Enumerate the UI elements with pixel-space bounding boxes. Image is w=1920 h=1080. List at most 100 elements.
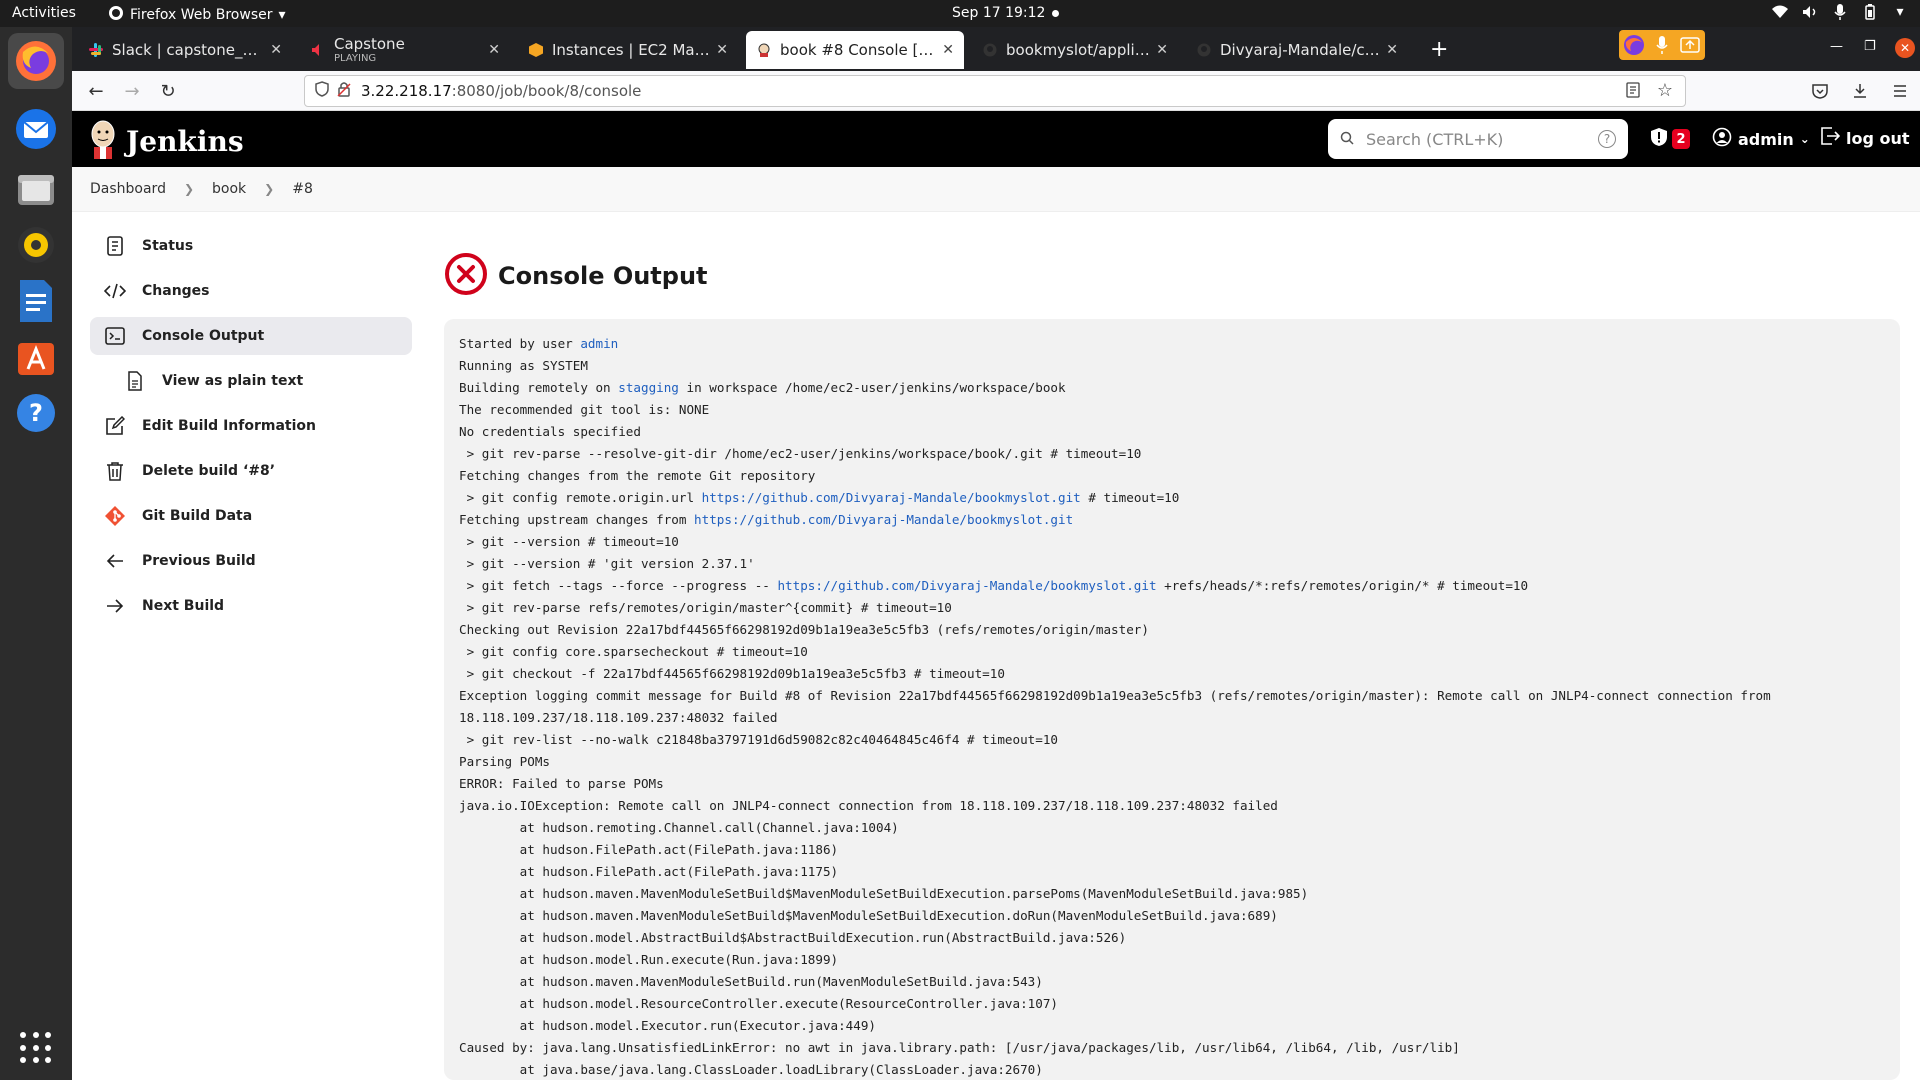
hamburger-menu-icon[interactable] (1892, 83, 1908, 103)
console-text: Parsing POMs (459, 754, 550, 769)
alert-count-badge: 2 (1672, 129, 1690, 149)
console-link[interactable]: stagging (618, 380, 679, 395)
close-tab-icon[interactable]: ✕ (716, 42, 728, 58)
sidebar-item-status[interactable]: Status (90, 227, 412, 265)
github-icon (982, 42, 998, 58)
close-tab-icon[interactable]: ✕ (1156, 42, 1168, 58)
console-line: No credentials specified (459, 421, 1885, 443)
tab-github-application[interactable]: bookmyslot/application.p ✕ (972, 31, 1178, 69)
code-icon (104, 280, 126, 302)
url-path: :8080/job/book/8/console (451, 82, 642, 100)
tab-capstone[interactable]: Capstone PLAYING ✕ (300, 31, 510, 69)
jenkins-search-input[interactable]: Search (CTRL+K) ? (1328, 119, 1628, 159)
git-icon (104, 505, 126, 527)
activities-button[interactable]: Activities (12, 5, 76, 21)
tab-github-config[interactable]: Divyaraj-Mandale/config- ✕ (1186, 31, 1408, 69)
software-center-dock-icon[interactable] (8, 329, 64, 385)
url-bar[interactable]: 3.22.218.17:8080/job/book/8/console ☆ (304, 75, 1686, 107)
restore-window-icon[interactable]: ❐ (1864, 39, 1876, 54)
firefox-dock-icon[interactable] (8, 33, 64, 89)
console-text: Running as SYSTEM (459, 358, 588, 373)
sidebar-item-console-output[interactable]: Console Output (90, 317, 412, 355)
reader-view-icon[interactable] (1625, 82, 1641, 102)
user-menu[interactable]: admin ⌄ (1712, 127, 1810, 151)
breadcrumb-build[interactable]: #8 (292, 181, 313, 197)
console-link[interactable]: https://github.com/Divyaraj-Mandale/book… (702, 490, 1081, 505)
minimize-window-icon[interactable]: — (1830, 39, 1843, 54)
tab-slack[interactable]: Slack | capstone_project ✕ (78, 31, 292, 69)
sidebar-item-git-build-data[interactable]: Git Build Data (90, 497, 412, 535)
reload-icon[interactable]: ↻ (156, 79, 180, 103)
tab-ec2[interactable]: Instances | EC2 Managem ✕ (518, 31, 738, 69)
breadcrumb-job[interactable]: book (212, 181, 246, 197)
close-tab-icon[interactable]: ✕ (270, 42, 282, 58)
sidebar-item-edit-build-information[interactable]: Edit Build Information (90, 407, 412, 445)
console-link[interactable]: https://github.com/Divyaraj-Mandale/book… (694, 512, 1073, 527)
security-alert-button[interactable]: 2 (1650, 127, 1690, 151)
console-line: Running as SYSTEM (459, 355, 1885, 377)
close-tab-icon[interactable]: ✕ (488, 42, 500, 58)
console-line: java.io.IOException: Remote call on JNLP… (459, 795, 1885, 817)
files-dock-icon[interactable] (8, 161, 64, 217)
sidebar-item-changes[interactable]: Changes (90, 272, 412, 310)
rhythmbox-dock-icon[interactable] (8, 217, 64, 273)
sidebar-item-next-build[interactable]: Next Build (90, 587, 412, 625)
console-line: Parsing POMs (459, 751, 1885, 773)
chevron-right-icon: ❯ (183, 182, 195, 196)
tab-label: Instances | EC2 Managem (552, 41, 710, 59)
console-line: at hudson.model.ResourceController.execu… (459, 993, 1885, 1015)
help-dock-icon[interactable]: ? (8, 385, 64, 441)
app-menu[interactable]: Firefox Web Browser ▾ (108, 5, 286, 25)
pocket-icon[interactable] (1812, 83, 1828, 103)
console-text: at hudson.model.Executor.run(Executor.ja… (459, 1018, 877, 1033)
sidebar-item-delete-build[interactable]: Delete build ‘#8’ (90, 452, 412, 490)
shield-icon[interactable] (315, 81, 329, 101)
share-screen-extension-icon[interactable] (1677, 32, 1703, 58)
logout-button[interactable]: log out (1820, 127, 1910, 149)
jenkins-butler-icon (88, 119, 118, 163)
bookmark-star-icon[interactable]: ☆ (1657, 80, 1673, 101)
clock[interactable]: Sep 17 19:12 (952, 5, 1045, 21)
breadcrumb: Dashboard ❯ book ❯ #8 (72, 167, 1920, 212)
tab-jenkins-console[interactable]: book #8 Console [Jenkins] ✕ (746, 31, 964, 69)
user-icon (1712, 127, 1732, 151)
console-link[interactable]: https://github.com/Divyaraj-Mandale/book… (777, 578, 1156, 593)
edit-icon (104, 415, 126, 437)
close-tab-icon[interactable]: ✕ (1386, 42, 1398, 58)
console-text: at hudson.maven.MavenModuleSetBuild.run(… (459, 974, 1043, 989)
system-tray[interactable]: ▾ (1772, 4, 1908, 20)
sidebar-item-view-plain-text[interactable]: View as plain text (90, 362, 412, 400)
console-line: > git rev-parse --resolve-git-dir /home/… (459, 443, 1885, 465)
downloads-icon[interactable] (1852, 83, 1868, 103)
help-icon[interactable]: ? (1598, 130, 1616, 148)
toolbar-right (1812, 83, 1908, 103)
new-tab-button[interactable]: + (1430, 37, 1448, 62)
forward-icon[interactable]: → (120, 79, 144, 103)
console-link[interactable]: admin (580, 336, 618, 351)
not-secure-lock-icon[interactable] (337, 81, 351, 101)
jenkins-title: Jenkins (126, 124, 244, 158)
back-icon[interactable]: ← (84, 79, 108, 103)
console-line: ERROR: Failed to parse POMs (459, 773, 1885, 795)
console-text: > git rev-parse refs/remotes/origin/mast… (459, 600, 952, 615)
thunderbird-dock-icon[interactable] (8, 101, 64, 157)
search-icon (1340, 130, 1354, 149)
show-apps-grid-icon[interactable] (20, 1032, 52, 1064)
close-window-icon[interactable]: ✕ (1895, 38, 1915, 58)
console-text: ERROR: Failed to parse POMs (459, 776, 664, 791)
libreoffice-writer-dock-icon[interactable] (8, 273, 64, 329)
wifi-icon (1772, 4, 1788, 20)
audio-playing-icon[interactable] (310, 42, 326, 58)
sidebar-item-label: Status (142, 238, 194, 254)
close-tab-icon[interactable]: ✕ (942, 42, 954, 58)
console-text: at hudson.remoting.Channel.call(Channel.… (459, 820, 899, 835)
slack-icon (88, 42, 104, 58)
sidebar-item-previous-build[interactable]: Previous Build (90, 542, 412, 580)
jenkins-logo[interactable]: Jenkins (88, 119, 244, 163)
mic-extension-icon[interactable] (1649, 32, 1675, 58)
console-line: Checking out Revision 22a17bdf44565f6629… (459, 619, 1885, 641)
aws-icon (528, 42, 544, 58)
breadcrumb-dashboard[interactable]: Dashboard (90, 181, 166, 197)
logout-label: log out (1846, 128, 1910, 148)
firefox-extension-icon[interactable] (1621, 32, 1647, 58)
